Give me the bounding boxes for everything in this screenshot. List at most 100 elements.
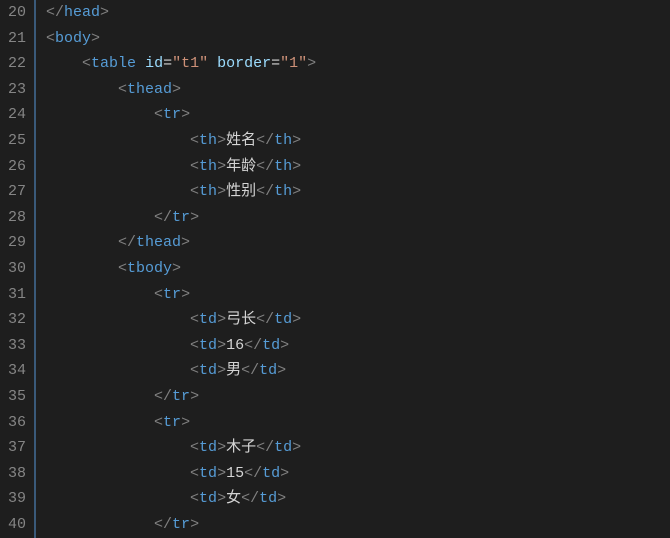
token-tag-bracket: > (217, 337, 226, 354)
token-tag-name: thead (136, 234, 181, 251)
token-tag-bracket: < (190, 183, 199, 200)
code-line[interactable]: <td>弓长</td> (46, 307, 670, 333)
token-tag-bracket: > (292, 311, 301, 328)
line-number: 27 (4, 179, 26, 205)
token-tag-name: td (262, 465, 280, 482)
token-tag-bracket: </ (244, 465, 262, 482)
token-tag-bracket: </ (46, 4, 64, 21)
code-line[interactable]: <th>年龄</th> (46, 154, 670, 180)
token-tag-bracket: </ (154, 209, 172, 226)
code-line[interactable]: </tr> (46, 512, 670, 538)
line-number-gutter: 2021222324252627282930313233343536373839… (0, 0, 36, 538)
token-tag-bracket: </ (256, 158, 274, 175)
token-tag-name: th (199, 132, 217, 149)
token-tag-bracket: > (190, 516, 199, 533)
code-line[interactable]: <td>木子</td> (46, 435, 670, 461)
code-line[interactable]: <td>15</td> (46, 461, 670, 487)
token-tag-bracket: < (190, 439, 199, 456)
token-text-content: 木子 (226, 439, 256, 456)
token-tag-name: thead (127, 81, 172, 98)
token-tag-bracket: > (181, 106, 190, 123)
token-tag-bracket: < (190, 362, 199, 379)
token-attr-name: id (145, 55, 163, 72)
token-tag-bracket: < (154, 414, 163, 431)
token-tag-bracket: > (172, 81, 181, 98)
token-text-content: 16 (226, 337, 244, 354)
code-line[interactable]: <table id="t1" border="1"> (46, 51, 670, 77)
token-tag-bracket: > (307, 55, 316, 72)
token-text-content (208, 55, 217, 72)
code-line[interactable]: <tr> (46, 102, 670, 128)
token-tag-bracket: > (280, 465, 289, 482)
token-tag-bracket: > (280, 337, 289, 354)
token-tag-bracket: < (190, 158, 199, 175)
code-line[interactable]: <td>男</td> (46, 358, 670, 384)
code-area[interactable]: </head><body> <table id="t1" border="1">… (36, 0, 670, 538)
token-tag-name: td (199, 311, 217, 328)
code-line[interactable]: </tr> (46, 384, 670, 410)
code-line[interactable]: <tr> (46, 410, 670, 436)
line-number: 31 (4, 282, 26, 308)
token-tag-name: td (259, 490, 277, 507)
line-number: 38 (4, 461, 26, 487)
token-tag-name: th (274, 132, 292, 149)
token-tag-bracket: </ (154, 516, 172, 533)
token-text-content: 性别 (226, 183, 256, 200)
token-tag-bracket: < (118, 81, 127, 98)
token-tag-name: body (55, 30, 91, 47)
token-tag-bracket: > (190, 388, 199, 405)
line-number: 26 (4, 154, 26, 180)
token-tag-name: th (199, 158, 217, 175)
line-number: 37 (4, 435, 26, 461)
token-tag-bracket: > (181, 286, 190, 303)
line-number: 32 (4, 307, 26, 333)
code-line[interactable]: </head> (46, 0, 670, 26)
code-line[interactable]: <td>16</td> (46, 333, 670, 359)
token-tag-bracket: > (277, 362, 286, 379)
token-tag-name: td (199, 490, 217, 507)
token-tag-name: tr (172, 209, 190, 226)
token-tag-bracket: > (292, 158, 301, 175)
token-tag-bracket: < (190, 490, 199, 507)
token-tag-name: th (274, 183, 292, 200)
token-tag-name: tr (172, 516, 190, 533)
code-line[interactable]: <td>女</td> (46, 486, 670, 512)
code-line[interactable]: <th>姓名</th> (46, 128, 670, 154)
code-line[interactable]: <tr> (46, 282, 670, 308)
token-tag-bracket: > (217, 362, 226, 379)
token-tag-name: tr (163, 414, 181, 431)
token-text-content: 弓长 (226, 311, 256, 328)
line-number: 39 (4, 486, 26, 512)
code-line[interactable]: <thead> (46, 77, 670, 103)
line-number: 34 (4, 358, 26, 384)
token-tag-bracket: > (181, 414, 190, 431)
code-line[interactable]: <tbody> (46, 256, 670, 282)
line-number: 23 (4, 77, 26, 103)
line-number: 28 (4, 205, 26, 231)
token-tag-bracket: < (118, 260, 127, 277)
line-number: 40 (4, 512, 26, 538)
line-number: 29 (4, 230, 26, 256)
token-tag-name: td (262, 337, 280, 354)
token-text-content: 年龄 (226, 158, 256, 175)
token-tag-name: tr (172, 388, 190, 405)
token-attr-name: border (217, 55, 271, 72)
token-attr-eq: = (271, 55, 280, 72)
token-tag-bracket: </ (256, 311, 274, 328)
code-editor[interactable]: 2021222324252627282930313233343536373839… (0, 0, 670, 538)
token-tag-name: head (64, 4, 100, 21)
token-tag-bracket: </ (256, 439, 274, 456)
token-tag-name: td (199, 439, 217, 456)
token-tag-name: th (274, 158, 292, 175)
token-tag-bracket: > (181, 234, 190, 251)
token-tag-bracket: < (190, 311, 199, 328)
code-line[interactable]: <th>性别</th> (46, 179, 670, 205)
code-line[interactable]: </tr> (46, 205, 670, 231)
token-text-content: 女 (226, 490, 241, 507)
code-line[interactable]: <body> (46, 26, 670, 52)
token-tag-bracket: > (292, 439, 301, 456)
token-tag-bracket: </ (241, 362, 259, 379)
line-number: 20 (4, 0, 26, 26)
token-tag-name: td (199, 337, 217, 354)
code-line[interactable]: </thead> (46, 230, 670, 256)
